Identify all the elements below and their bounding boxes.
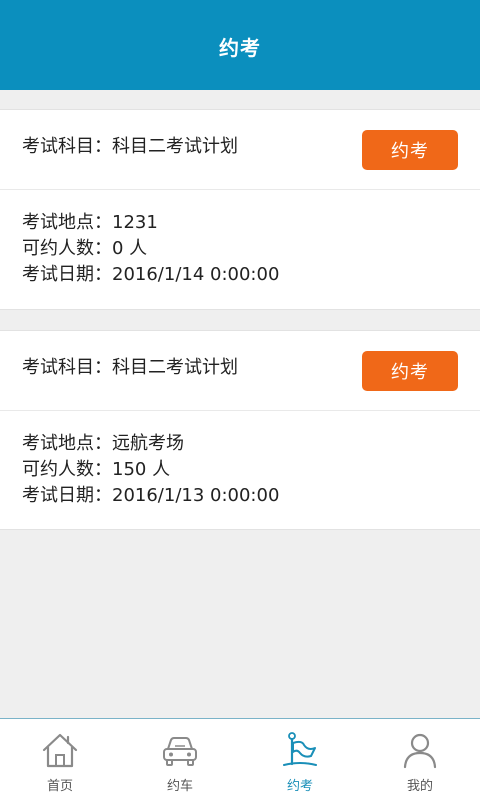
tab-label: 约车 [166, 779, 193, 794]
exam-capacity-label: 可约人数： [22, 238, 112, 259]
exam-plan-card: 考试科目：科目二考试计划 约考 考试地点：远航考场 可约人数：150 人 考试日… [0, 330, 480, 530]
exam-location-value: 远航考场 [112, 433, 184, 454]
page-title: 约考 [219, 35, 261, 60]
bottom-tab-bar: 首页 约车 约考 我的 [0, 718, 480, 800]
tab-label: 约考 [286, 779, 313, 794]
exam-location-label: 考试地点： [22, 212, 112, 233]
exam-location: 考试地点：远航考场 [22, 431, 480, 457]
app-header: 约考 [0, 0, 480, 90]
exam-plan-header: 考试科目：科目二考试计划 约考 [0, 331, 480, 411]
exam-capacity-label: 可约人数： [22, 459, 112, 480]
exam-subject-value: 科目二考试计划 [112, 357, 238, 378]
exam-date-label: 考试日期： [22, 485, 112, 506]
exam-plan-card: 考试科目：科目二考试计划 约考 考试地点：1231 可约人数：0 人 考试日期：… [0, 109, 480, 310]
exam-location-value: 1231 [112, 212, 158, 233]
exam-plan-details: 考试地点：远航考场 可约人数：150 人 考试日期：2016/1/13 0:00… [0, 411, 480, 509]
book-exam-button[interactable]: 约考 [362, 351, 458, 391]
tab-profile[interactable]: 我的 [360, 719, 480, 800]
tab-book-exam[interactable]: 约考 [240, 719, 360, 800]
exam-date: 考试日期：2016/1/13 0:00:00 [22, 483, 480, 509]
exam-date-value: 2016/1/13 0:00:00 [112, 485, 280, 506]
car-icon [163, 737, 197, 766]
exam-subject-value: 科目二考试计划 [112, 136, 238, 157]
tab-home[interactable]: 首页 [0, 719, 120, 800]
tab-label: 我的 [406, 779, 433, 794]
tab-book-car[interactable]: 约车 [120, 719, 240, 800]
home-icon [42, 733, 78, 768]
flag-icon [283, 732, 317, 766]
exam-date-value: 2016/1/14 0:00:00 [112, 264, 280, 285]
exam-capacity-value: 0 人 [112, 238, 148, 259]
book-exam-button[interactable]: 约考 [362, 130, 458, 170]
app-root: 约考 考试科目：科目二考试计划 约考 考试地点：1231 可约人数：0 人 考试… [0, 0, 480, 800]
user-icon [403, 733, 437, 769]
exam-plan-header: 考试科目：科目二考试计划 约考 [0, 110, 480, 190]
exam-capacity: 可约人数：150 人 [22, 457, 480, 483]
exam-capacity-value: 150 人 [112, 459, 171, 480]
exam-subject-label: 考试科目： [22, 136, 112, 157]
exam-location: 考试地点：1231 [22, 210, 480, 236]
tab-label: 首页 [46, 779, 73, 794]
exam-subject-label: 考试科目： [22, 357, 112, 378]
exam-location-label: 考试地点： [22, 433, 112, 454]
exam-subject: 考试科目：科目二考试计划 [22, 353, 238, 379]
exam-date: 考试日期：2016/1/14 0:00:00 [22, 262, 480, 288]
exam-date-label: 考试日期： [22, 264, 112, 285]
exam-capacity: 可约人数：0 人 [22, 236, 480, 262]
exam-subject: 考试科目：科目二考试计划 [22, 132, 238, 158]
exam-plan-details: 考试地点：1231 可约人数：0 人 考试日期：2016/1/14 0:00:0… [0, 190, 480, 288]
